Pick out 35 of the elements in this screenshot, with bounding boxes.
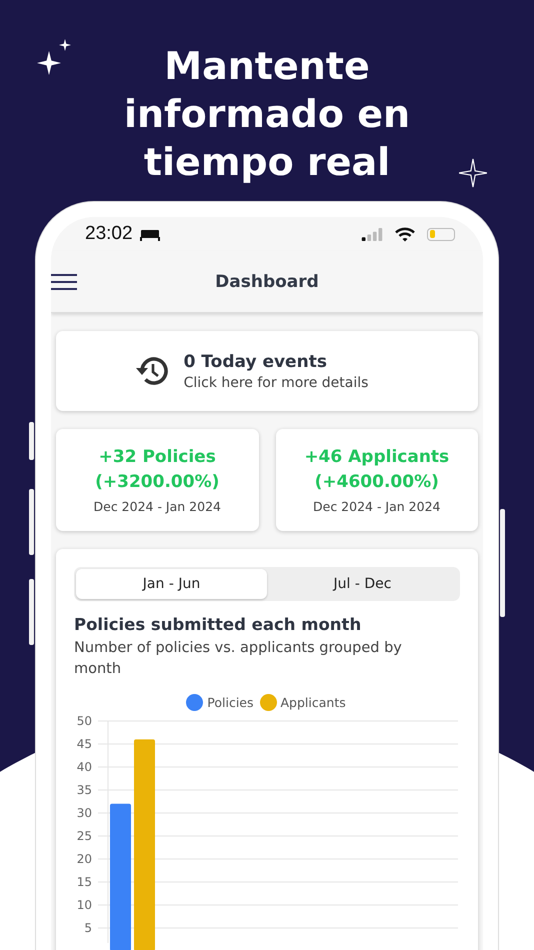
y-tick-label: 25 xyxy=(76,829,92,843)
menu-icon[interactable] xyxy=(51,274,77,290)
sparkle-icon xyxy=(459,158,487,188)
chart-title: Policies submitted each month xyxy=(74,615,362,634)
wifi-icon xyxy=(395,226,415,242)
y-tick-label: 20 xyxy=(76,852,92,866)
status-time: 23:02 xyxy=(85,223,133,245)
y-tick-label: 35 xyxy=(76,783,92,797)
range-tab[interactable]: Jul - Dec xyxy=(267,569,458,599)
battery-icon xyxy=(427,228,455,240)
stat-change: (+3200.00%) xyxy=(95,471,220,494)
y-tick-label: 50 xyxy=(76,714,92,728)
events-subtitle: Click here for more details xyxy=(184,374,368,390)
headline: Mantente informado en tiempo real xyxy=(122,43,412,186)
events-card[interactable]: 0 Today events Click here for more details xyxy=(56,331,478,411)
y-tick-label: 40 xyxy=(76,760,92,774)
stat-period: Dec 2024 - Jan 2024 xyxy=(313,499,440,514)
legend-label: Applicants xyxy=(280,695,346,710)
y-tick-label: 10 xyxy=(76,898,92,912)
stat-change: (+4600.00%) xyxy=(314,471,439,494)
events-title: 0 Today events xyxy=(184,352,327,372)
legend-label: Policies xyxy=(207,695,254,710)
stat-title: +32 Policies xyxy=(98,446,216,469)
bed-icon xyxy=(140,227,160,241)
app-title: Dashboard xyxy=(215,272,319,292)
range-tab[interactable]: Jan - Jun xyxy=(76,569,267,599)
y-tick-label: 45 xyxy=(76,737,92,751)
stat-title: +46 Applicants xyxy=(304,446,450,469)
y-tick-label: 15 xyxy=(76,875,92,889)
y-tick-label: 5 xyxy=(84,921,92,935)
stat-period: Dec 2024 - Jan 2024 xyxy=(94,499,221,514)
chart-subtitle: Number of policies vs. applicants grouped by month xyxy=(74,639,403,679)
signal-icon xyxy=(361,228,383,240)
history-icon xyxy=(136,354,170,388)
y-tick-label: 30 xyxy=(76,806,92,820)
